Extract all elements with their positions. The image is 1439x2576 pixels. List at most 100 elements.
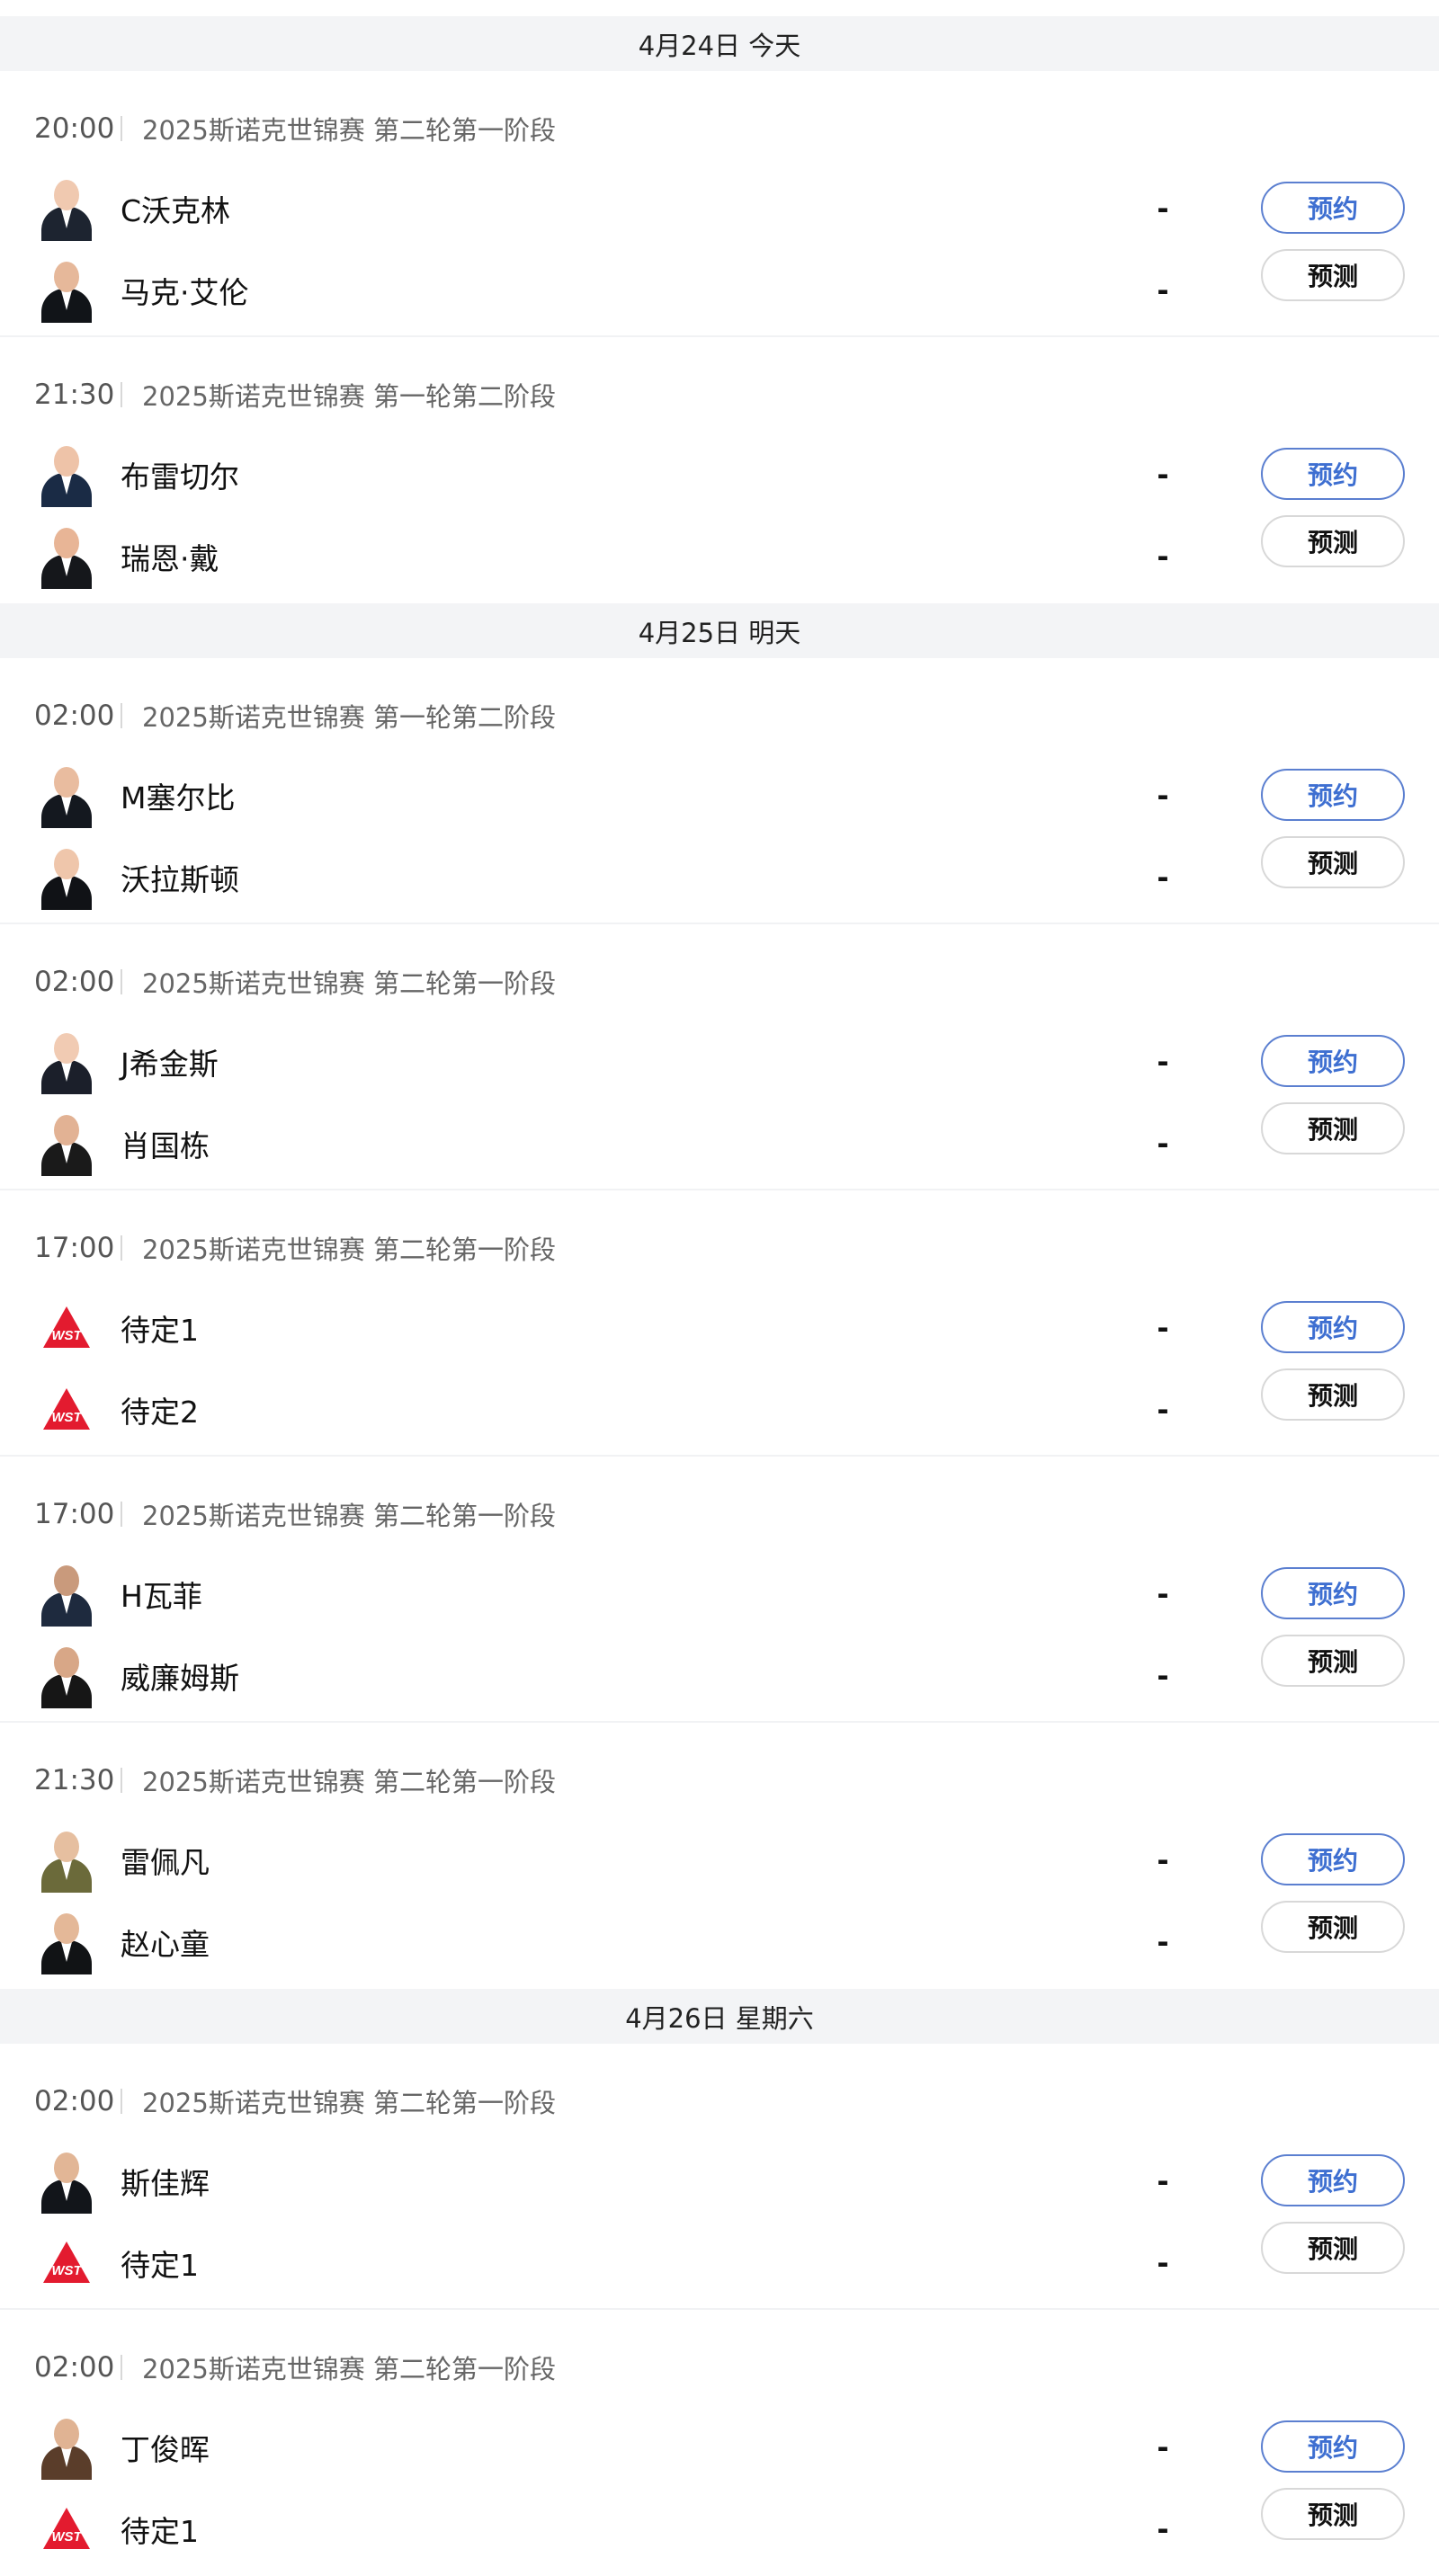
player-row: C沃克林 - 预约 bbox=[34, 176, 1405, 241]
wst-logo-icon: WST bbox=[34, 1296, 99, 1360]
player-avatar bbox=[34, 442, 99, 507]
reserve-button[interactable]: 预约 bbox=[1261, 1035, 1405, 1087]
player-avatar bbox=[34, 524, 99, 589]
player-avatar bbox=[34, 1828, 99, 1893]
player-score: - bbox=[1157, 1045, 1169, 1079]
reserve-button[interactable]: 预约 bbox=[1261, 1301, 1405, 1353]
player-avatar bbox=[34, 2415, 99, 2480]
player-row: 瑞恩·戴 - 预测 bbox=[34, 515, 1405, 589]
reserve-button[interactable]: 预约 bbox=[1261, 769, 1405, 821]
schedule-list: 4月24日 今天 20:00 2025斯诺克世锦赛 第二轮第一阶段 C沃克林 - 预约 马克… bbox=[0, 0, 1439, 2576]
player-name: 斯佳辉 bbox=[121, 2166, 210, 2201]
match-event-name: 2025斯诺克世锦赛 第一轮第二阶段 bbox=[142, 702, 557, 733]
match-card[interactable]: 02:00 2025斯诺克世锦赛 第二轮第一阶段 J希金斯 - 预约 肖国栋 - 预测 bbox=[0, 924, 1439, 1190]
match-event-name: 2025斯诺克世锦赛 第二轮第一阶段 bbox=[142, 1501, 557, 1531]
match-header: 21:30 2025斯诺克世锦赛 第一轮第二阶段 bbox=[34, 377, 556, 413]
predict-button[interactable]: 预测 bbox=[1261, 1901, 1405, 1953]
player-score: - bbox=[1157, 458, 1169, 492]
player-row: 赵心童 - 预测 bbox=[34, 1901, 1405, 1974]
wst-logo-icon: WST bbox=[34, 1377, 99, 1442]
player-score: - bbox=[1157, 1311, 1169, 1345]
svg-text:WST: WST bbox=[51, 1328, 83, 1343]
match-event-name: 2025斯诺克世锦赛 第二轮第一阶段 bbox=[142, 968, 557, 999]
player-score: - bbox=[1157, 2430, 1169, 2465]
match-card[interactable]: 02:00 2025斯诺克世锦赛 第二轮第一阶段 斯佳辉 - 预约 WST 待定1 - 预测 bbox=[0, 2044, 1439, 2310]
date-header: 4月26日 星期六 bbox=[0, 1989, 1439, 2044]
header-divider bbox=[121, 2089, 122, 2114]
reserve-button[interactable]: 预约 bbox=[1261, 448, 1405, 500]
match-header: 21:30 2025斯诺克世锦赛 第二轮第一阶段 bbox=[34, 1762, 556, 1798]
predict-button[interactable]: 预测 bbox=[1261, 515, 1405, 567]
player-name: 马克·艾伦 bbox=[121, 275, 249, 310]
player-score: - bbox=[1157, 2512, 1169, 2546]
match-time: 02:00 bbox=[34, 966, 115, 998]
match-card[interactable]: 20:00 2025斯诺克世锦赛 第二轮第一阶段 C沃克林 - 预约马克·艾伦 - 预测 bbox=[0, 71, 1439, 337]
match-event-name: 2025斯诺克世锦赛 第二轮第一阶段 bbox=[142, 2354, 557, 2384]
reserve-button[interactable]: 预约 bbox=[1261, 182, 1405, 234]
player-name: J希金斯 bbox=[121, 1047, 219, 1082]
player-row: M塞尔比 - 预约 bbox=[34, 763, 1405, 828]
player-name: 威廉姆斯 bbox=[121, 1661, 239, 1696]
player-name: C沃克林 bbox=[121, 193, 231, 228]
reserve-button[interactable]: 预约 bbox=[1261, 1833, 1405, 1885]
match-header: 02:00 2025斯诺克世锦赛 第一轮第二阶段 bbox=[34, 698, 556, 734]
match-time: 02:00 bbox=[34, 700, 115, 732]
player-score: - bbox=[1157, 860, 1169, 895]
player-name: 赵心童 bbox=[121, 1927, 210, 1962]
player-row: WST 待定1 - 预测 bbox=[34, 2222, 1405, 2295]
wst-logo-icon: WST bbox=[34, 2231, 99, 2295]
match-card[interactable]: 21:30 2025斯诺克世锦赛 第二轮第一阶段 雷佩凡 - 预约 赵心童 - 预测 bbox=[0, 1723, 1439, 1989]
player-name: 待定1 bbox=[121, 2248, 199, 2283]
match-time: 21:30 bbox=[34, 379, 115, 411]
player-row: WST 待定1 - 预约 bbox=[34, 1296, 1405, 1360]
player-avatar bbox=[34, 1111, 99, 1176]
header-divider bbox=[121, 1768, 122, 1793]
reserve-button[interactable]: 预约 bbox=[1261, 2154, 1405, 2206]
match-time: 17:00 bbox=[34, 1498, 115, 1530]
player-avatar bbox=[34, 763, 99, 828]
match-header: 17:00 2025斯诺克世锦赛 第二轮第一阶段 bbox=[34, 1496, 556, 1532]
player-score: - bbox=[1157, 779, 1169, 813]
player-row: 丁俊晖 - 预约 bbox=[34, 2415, 1405, 2480]
header-divider bbox=[121, 1235, 122, 1261]
predict-button[interactable]: 预测 bbox=[1261, 2222, 1405, 2274]
player-avatar bbox=[34, 1644, 99, 1708]
predict-button[interactable]: 预测 bbox=[1261, 1102, 1405, 1154]
match-event-name: 2025斯诺克世锦赛 第二轮第一阶段 bbox=[142, 115, 557, 146]
predict-button[interactable]: 预测 bbox=[1261, 249, 1405, 301]
predict-button[interactable]: 预测 bbox=[1261, 836, 1405, 888]
player-row: 斯佳辉 - 预约 bbox=[34, 2149, 1405, 2214]
reserve-button[interactable]: 预约 bbox=[1261, 2420, 1405, 2473]
player-score: - bbox=[1157, 2164, 1169, 2198]
match-header: 02:00 2025斯诺克世锦赛 第二轮第一阶段 bbox=[34, 964, 556, 1000]
date-header: 4月24日 今天 bbox=[0, 16, 1439, 71]
match-header: 20:00 2025斯诺克世锦赛 第二轮第一阶段 bbox=[34, 111, 556, 147]
match-card[interactable]: 21:30 2025斯诺克世锦赛 第一轮第二阶段 布雷切尔 - 预约 瑞恩·戴 - 预测 bbox=[0, 337, 1439, 603]
match-card[interactable]: 17:00 2025斯诺克世锦赛 第二轮第一阶段 WST 待定1 - 预约 WST 待定2 - 预… bbox=[0, 1190, 1439, 1457]
predict-button[interactable]: 预测 bbox=[1261, 1635, 1405, 1687]
player-name: 沃拉斯顿 bbox=[121, 862, 239, 897]
player-name: 瑞恩·戴 bbox=[121, 541, 219, 576]
player-score: - bbox=[1157, 1127, 1169, 1161]
player-score: - bbox=[1157, 1843, 1169, 1877]
player-avatar bbox=[34, 1910, 99, 1974]
player-row: 雷佩凡 - 预约 bbox=[34, 1828, 1405, 1893]
match-card[interactable]: 02:00 2025斯诺克世锦赛 第二轮第一阶段 丁俊晖 - 预约 WST 待定1 - 预测 bbox=[0, 2310, 1439, 2576]
predict-button[interactable]: 预测 bbox=[1261, 1368, 1405, 1421]
match-event-name: 2025斯诺克世锦赛 第二轮第一阶段 bbox=[142, 2088, 557, 2118]
player-name: 布雷切尔 bbox=[121, 459, 239, 495]
match-card[interactable]: 02:00 2025斯诺克世锦赛 第一轮第二阶段 M塞尔比 - 预约 沃拉斯顿 - 预测 bbox=[0, 658, 1439, 924]
player-score: - bbox=[1157, 1577, 1169, 1611]
svg-text:WST: WST bbox=[51, 2529, 83, 2545]
predict-button[interactable]: 预测 bbox=[1261, 2488, 1405, 2540]
match-card[interactable]: 17:00 2025斯诺克世锦赛 第二轮第一阶段 H瓦菲 - 预约 威廉姆斯 - 预测 bbox=[0, 1457, 1439, 1723]
reserve-button[interactable]: 预约 bbox=[1261, 1567, 1405, 1619]
player-row: 威廉姆斯 - 预测 bbox=[34, 1635, 1405, 1708]
player-row: 马克·艾伦 - 预测 bbox=[34, 249, 1405, 323]
player-score: - bbox=[1157, 1393, 1169, 1427]
player-row: 布雷切尔 - 预约 bbox=[34, 442, 1405, 507]
player-avatar bbox=[34, 2149, 99, 2214]
player-row: WST 待定1 - 预测 bbox=[34, 2488, 1405, 2562]
player-avatar bbox=[34, 176, 99, 241]
match-event-name: 2025斯诺克世锦赛 第二轮第一阶段 bbox=[142, 1235, 557, 1265]
